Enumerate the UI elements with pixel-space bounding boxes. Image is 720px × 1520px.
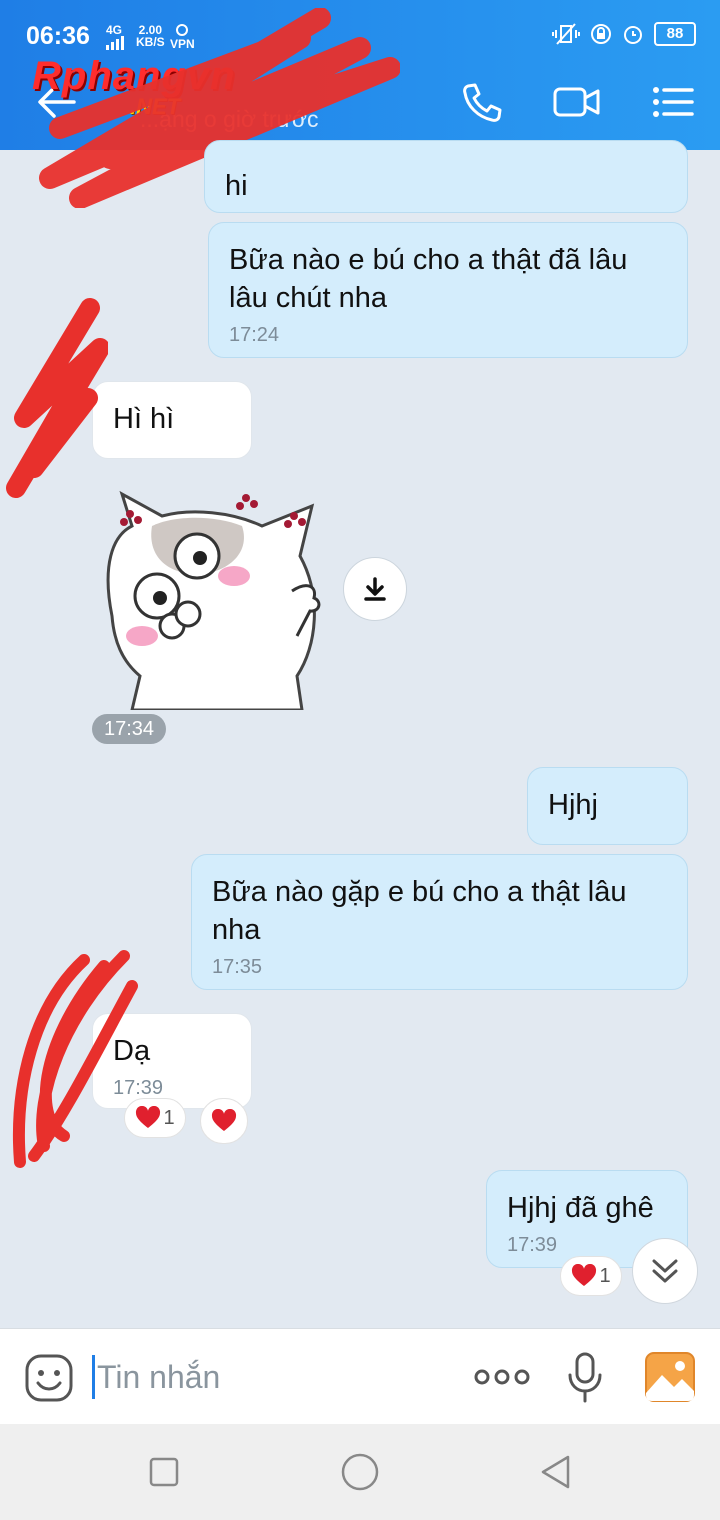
message-input[interactable]: Tin nhắn	[92, 1355, 220, 1399]
message-text: Dạ	[113, 1035, 151, 1067]
system-navigation-bar	[0, 1424, 720, 1520]
video-camera-icon[interactable]	[552, 80, 602, 124]
add-reaction-button[interactable]	[200, 1098, 248, 1144]
reaction-count-pill[interactable]: 1	[560, 1256, 622, 1296]
message-text: Bữa nào gặp e bú cho a thật lâu nha	[212, 876, 627, 946]
message-input-bar: Tin nhắn	[0, 1328, 720, 1425]
recent-apps-icon[interactable]	[148, 1456, 180, 1488]
message-text: Hjhj	[548, 789, 598, 821]
app-header: 06:36 4G 2.00 KB/S VPN 88 ...ạng o giờ t…	[0, 0, 720, 150]
microphone-icon[interactable]	[566, 1351, 604, 1403]
heart-icon	[136, 1106, 161, 1128]
message-time: 17:35	[212, 956, 263, 978]
image-icon[interactable]	[644, 1351, 696, 1403]
scroll-to-bottom-button[interactable]	[632, 1238, 698, 1304]
back-nav-icon[interactable]	[538, 1454, 574, 1490]
list-menu-icon[interactable]	[650, 80, 696, 124]
status-right-icons: 88	[552, 22, 696, 46]
signal-icon	[106, 36, 124, 50]
message-time: 17:39	[113, 1077, 164, 1099]
home-icon[interactable]	[340, 1452, 380, 1492]
message-text: Bữa nào e bú cho a thật đã lâu lâu chút …	[229, 244, 628, 314]
battery-indicator: 88	[654, 22, 696, 46]
heart-icon	[572, 1264, 597, 1286]
lock-rotation-icon	[591, 24, 611, 44]
download-icon	[364, 577, 386, 601]
message-bubble-sent[interactable]: hi	[204, 140, 688, 213]
message-bubble-sent[interactable]: Bữa nào gặp e bú cho a thật lâu nha 17:3…	[191, 854, 688, 990]
vpn-key-icon	[176, 24, 189, 36]
message-bubble-sent[interactable]: Bữa nào e bú cho a thật đã lâu lâu chút …	[208, 222, 688, 358]
chat-area[interactable]: hi Bữa nào e bú cho a thật đã lâu lâu ch…	[0, 140, 720, 1328]
reaction-count: 1	[163, 1106, 175, 1129]
message-bubble-received[interactable]: Hì hì	[92, 381, 252, 459]
double-chevron-down-icon	[652, 1259, 678, 1283]
message-bubble-sent[interactable]: Hjhj	[527, 767, 688, 845]
message-time: 17:24	[229, 324, 280, 346]
download-button[interactable]	[343, 557, 407, 621]
status-bar: 06:36 4G 2.00 KB/S VPN 88	[0, 0, 720, 60]
speed-unit: KB/S	[136, 35, 165, 49]
network-type: 4G	[106, 23, 123, 37]
message-text: hi	[225, 170, 248, 202]
last-seen-status: ...ạng o giờ trước	[140, 106, 319, 132]
network-indicator: 4G	[106, 24, 124, 52]
heart-icon	[211, 1109, 237, 1131]
vpn-label: VPN	[170, 37, 195, 51]
sticker-time: 17:34	[92, 714, 167, 744]
status-time: 06:36	[26, 22, 90, 50]
emoji-icon[interactable]	[24, 1353, 74, 1403]
message-text: Hjhj đã ghê	[507, 1192, 654, 1224]
vpn-indicator: VPN	[170, 24, 195, 50]
back-arrow-icon[interactable]	[34, 82, 80, 122]
reaction-count: 1	[599, 1264, 611, 1287]
vibrate-icon	[552, 23, 580, 45]
message-bubble-received[interactable]: Dạ 17:39	[92, 1013, 252, 1109]
more-dots-icon[interactable]	[474, 1365, 530, 1389]
message-text: Hì hì	[113, 403, 175, 435]
alarm-icon	[624, 26, 642, 44]
sticker-sparkles	[120, 494, 306, 528]
phone-icon[interactable]	[458, 80, 504, 124]
reaction-count-pill[interactable]: 1	[124, 1098, 186, 1138]
data-speed: 2.00 KB/S	[136, 24, 165, 48]
